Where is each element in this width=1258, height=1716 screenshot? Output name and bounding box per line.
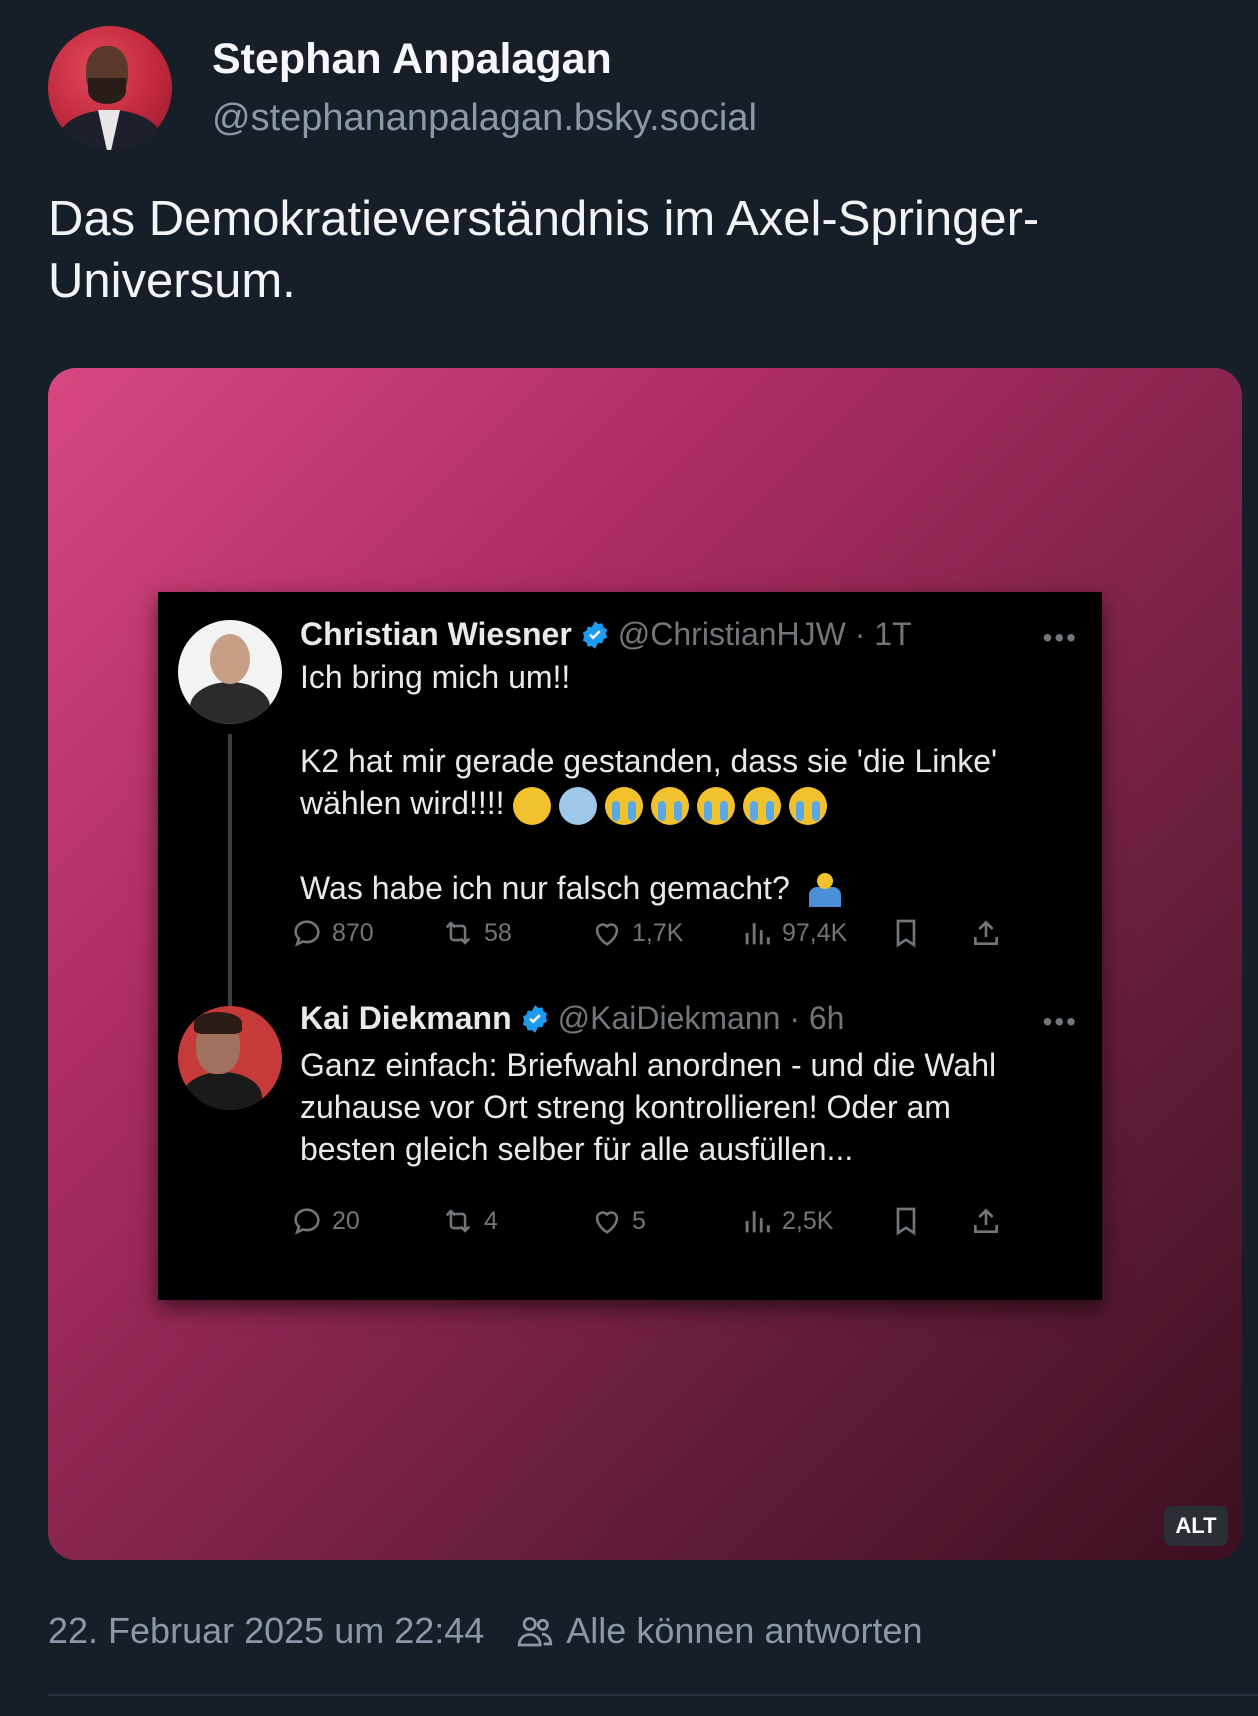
tweet-2-actions: 20 4 5 2,5K [290, 1204, 1080, 1238]
embedded-tweet-screenshot: Christian Wiesner @ChristianHJW · 1T •••… [158, 592, 1102, 1300]
reply-count: 870 [332, 918, 374, 947]
alt-text-button[interactable]: ALT [1164, 1506, 1228, 1546]
people-icon [518, 1617, 553, 1647]
reply-icon [294, 1208, 320, 1235]
crying-face-emoji [697, 786, 736, 825]
author-names: Stephan Anpalagan @stephananpalagan.bsky… [212, 35, 757, 140]
heart-icon [595, 923, 619, 946]
tweet-1-actions: 870 58 1,7K 97,4K [290, 916, 1080, 950]
post-timestamp[interactable]: 22. Februar 2025 um 22:44 [48, 1610, 484, 1652]
weary-face-emoji [513, 786, 552, 825]
crying-face-emoji [743, 786, 782, 825]
author-display-name[interactable]: Stephan Anpalagan [212, 35, 757, 83]
shrug-emoji [805, 871, 843, 909]
share-action [970, 916, 1010, 950]
views-count: 97,4K [782, 918, 848, 947]
tweet-2-line-1: Ganz einfach: Briefwahl anordnen - und d… [300, 1047, 997, 1167]
share-action [970, 1204, 1010, 1238]
tweet-2-body: Ganz einfach: Briefwahl anordnen - und d… [300, 1044, 1040, 1170]
author-avatar[interactable] [48, 26, 172, 150]
crying-face-emoji [651, 786, 690, 825]
post-image[interactable]: Christian Wiesner @ChristianHJW · 1T •••… [48, 368, 1242, 1560]
views-stat: 2,5K [740, 1204, 890, 1238]
repost-icon [445, 1209, 471, 1233]
tweet-1-line-1: Ich bring mich um!! [300, 659, 571, 695]
verified-badge-icon [582, 620, 607, 649]
tweet-1-avatar [178, 620, 282, 724]
reply-count: 20 [332, 1206, 360, 1235]
repost-stat: 4 [440, 1204, 590, 1238]
tweet-1-line-3: Was habe ich nur falsch gemacht? [300, 869, 790, 906]
like-count: 5 [632, 1206, 646, 1235]
repost-count: 58 [484, 918, 512, 947]
tweet-2-avatar [178, 1006, 282, 1110]
bookmark-action [890, 916, 970, 950]
reply-icon [294, 920, 320, 947]
crying-face-emoji [789, 786, 828, 825]
more-options-icon: ••• [1042, 622, 1078, 653]
share-icon [974, 1208, 998, 1233]
bookmark-icon [896, 1207, 916, 1236]
screaming-face-emoji [559, 786, 598, 825]
views-icon [745, 923, 770, 945]
divider [48, 1694, 1258, 1696]
views-icon [745, 1211, 770, 1233]
crying-face-emoji [605, 786, 644, 825]
tweet-1-line-2: K2 hat mir gerade gestanden, dass sie 'd… [300, 743, 998, 821]
post-header: Stephan Anpalagan @stephananpalagan.bsky… [48, 26, 757, 150]
bookmark-action [890, 1204, 970, 1238]
reply-setting[interactable]: Alle können antworten [566, 1610, 922, 1652]
repost-stat: 58 [440, 916, 590, 950]
tweet-2-header: Kai Diekmann @KaiDiekmann · 6h [300, 1000, 844, 1037]
like-count: 1,7K [632, 918, 684, 947]
tweet-1-header: Christian Wiesner @ChristianHJW · 1T [300, 616, 912, 653]
tweet-1-name: Christian Wiesner [300, 616, 572, 652]
reply-stat: 870 [290, 916, 440, 950]
like-stat: 1,7K [590, 916, 740, 950]
post-text: Das Demokratieverständnis im Axel-Spring… [48, 192, 1040, 308]
repost-count: 4 [484, 1206, 498, 1235]
bookmark-icon [896, 919, 916, 948]
heart-icon [595, 1211, 619, 1234]
more-options-icon: ••• [1042, 1006, 1078, 1037]
views-count: 2,5K [782, 1206, 834, 1235]
author-handle[interactable]: @stephananpalagan.bsky.social [212, 97, 757, 140]
repost-icon [445, 921, 471, 945]
tweet-1-body: Ich bring mich um!! K2 hat mir gerade ge… [300, 656, 1060, 909]
tweet-2-name: Kai Diekmann [300, 1000, 512, 1036]
tweet-2-handle: @KaiDiekmann · 6h [557, 1000, 845, 1036]
like-stat: 5 [590, 1204, 740, 1238]
views-stat: 97,4K [740, 916, 890, 950]
verified-badge-icon [522, 1004, 547, 1033]
share-icon [974, 920, 998, 945]
tweet-1-handle: @ChristianHJW · 1T [617, 616, 912, 652]
thread-line [228, 734, 232, 1034]
reply-stat: 20 [290, 1204, 440, 1238]
post-footer: 22. Februar 2025 um 22:44 Alle können an… [48, 1610, 923, 1652]
